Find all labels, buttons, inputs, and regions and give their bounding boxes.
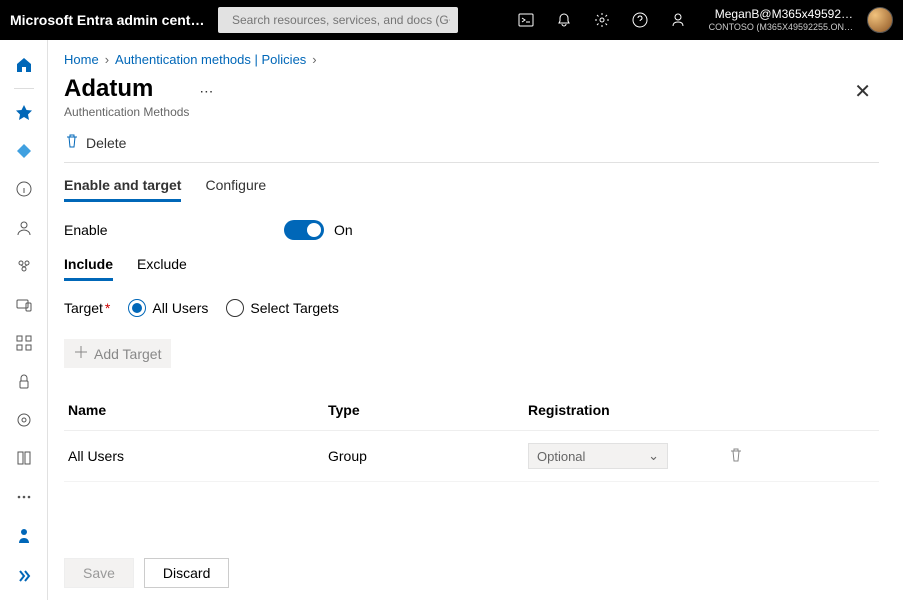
add-target-button: Add Target [64,339,171,368]
more-actions-icon[interactable]: ⋯ [199,75,213,100]
cell-type: Group [328,448,528,464]
help-icon[interactable] [625,5,655,35]
targets-table: Name Type Registration All Users Group O… [64,390,879,482]
left-sidebar [0,40,48,600]
brand-title: Microsoft Entra admin cent… [10,12,210,28]
notifications-icon[interactable] [549,5,579,35]
sidebar-favorites-icon[interactable] [6,95,42,129]
content-pane: Home › Authentication methods | Policies… [48,40,903,600]
target-label: Target* [64,300,110,316]
subtab-exclude[interactable]: Exclude [137,256,187,281]
chevron-down-icon: ⌄ [648,448,659,464]
sidebar-devices-icon[interactable] [6,288,42,322]
radio-select-targets-label: Select Targets [250,300,338,316]
sidebar-user-icon[interactable] [6,211,42,245]
col-registration: Registration [528,402,728,418]
enable-toggle[interactable] [284,220,324,240]
tab-enable-target[interactable]: Enable and target [64,177,181,202]
close-icon[interactable]: ✕ [846,75,879,108]
sidebar-external-icon[interactable] [6,441,42,475]
subtab-include[interactable]: Include [64,256,113,281]
account-email: MeganB@M365x49592… [715,7,853,21]
command-bar: Delete [64,133,879,163]
sidebar-governance-icon[interactable] [6,403,42,437]
sidebar-expand-icon[interactable] [6,558,42,594]
feedback-icon[interactable] [663,5,693,35]
main-tabs: Enable and target Configure [64,177,879,202]
sidebar-diamond-icon[interactable] [6,134,42,168]
table-row: All Users Group Optional ⌄ [64,431,879,482]
trash-icon [64,133,80,152]
chevron-right-icon: › [312,52,316,67]
global-search[interactable] [218,7,458,33]
discard-button[interactable]: Discard [144,558,229,588]
add-target-label: Add Target [94,346,161,362]
enable-label: Enable [64,222,284,238]
sidebar-info-icon[interactable] [6,172,42,206]
enable-state: On [334,222,353,238]
radio-select-targets[interactable]: Select Targets [226,299,338,317]
radio-all-users[interactable]: All Users [128,299,208,317]
save-button: Save [64,558,134,588]
page-title: Adatum [64,75,189,103]
sidebar-groups-icon[interactable] [6,249,42,283]
sidebar-divider [14,88,34,89]
breadcrumb-policies[interactable]: Authentication methods | Policies [115,52,306,67]
chevron-right-icon: › [105,52,109,67]
tab-configure[interactable]: Configure [205,177,266,202]
cloud-shell-icon[interactable] [511,5,541,35]
sidebar-apps-icon[interactable] [6,326,42,360]
include-exclude-tabs: Include Exclude [64,256,879,281]
sidebar-learn-icon[interactable] [6,518,42,554]
settings-icon[interactable] [587,5,617,35]
delete-button[interactable]: Delete [86,135,126,151]
page-subtitle: Authentication Methods [64,105,189,119]
breadcrumb: Home › Authentication methods | Policies… [64,52,879,67]
top-bar: Microsoft Entra admin cent… MeganB@M365x… [0,0,903,40]
registration-value: Optional [537,449,585,464]
radio-all-users-label: All Users [152,300,208,316]
row-delete-button[interactable] [728,447,788,466]
breadcrumb-home[interactable]: Home [64,52,99,67]
plus-icon [74,345,88,362]
sidebar-protect-icon[interactable] [6,364,42,398]
account-block[interactable]: MeganB@M365x49592… CONTOSO (M365X4959225… [709,7,853,32]
sidebar-home-icon[interactable] [6,48,42,82]
registration-dropdown[interactable]: Optional ⌄ [528,443,668,469]
avatar[interactable] [867,7,893,33]
account-org: CONTOSO (M365X49592255.ON… [709,22,853,33]
col-name: Name [68,402,328,418]
sidebar-more-icon[interactable] [6,480,42,514]
cell-name: All Users [68,448,328,464]
footer-actions: Save Discard [64,558,229,588]
col-type: Type [328,402,528,418]
search-input[interactable] [232,13,450,27]
